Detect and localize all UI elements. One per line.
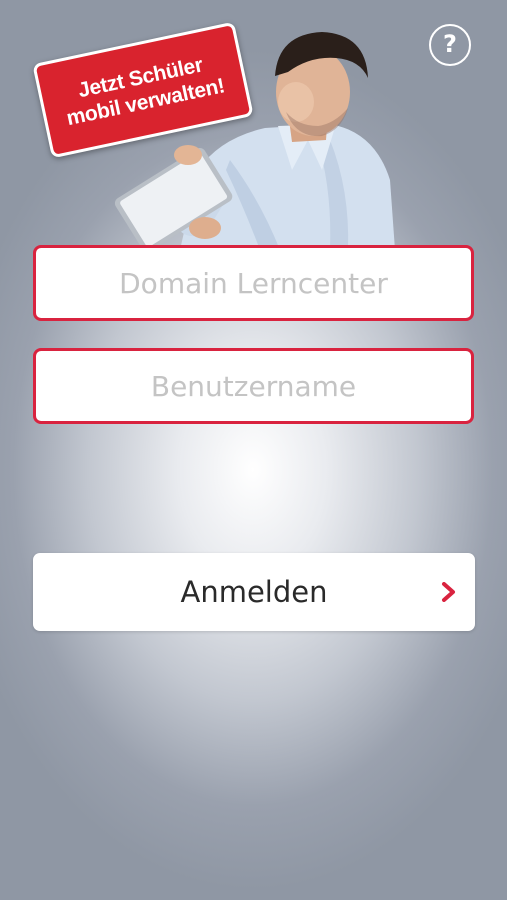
chevron-right-icon	[442, 582, 455, 602]
domain-input[interactable]	[33, 245, 474, 321]
login-button[interactable]: Anmelden	[33, 553, 475, 631]
login-button-label: Anmelden	[180, 575, 328, 609]
username-input[interactable]	[33, 348, 474, 424]
question-icon: ?	[443, 30, 457, 58]
help-button[interactable]: ?	[429, 24, 471, 66]
